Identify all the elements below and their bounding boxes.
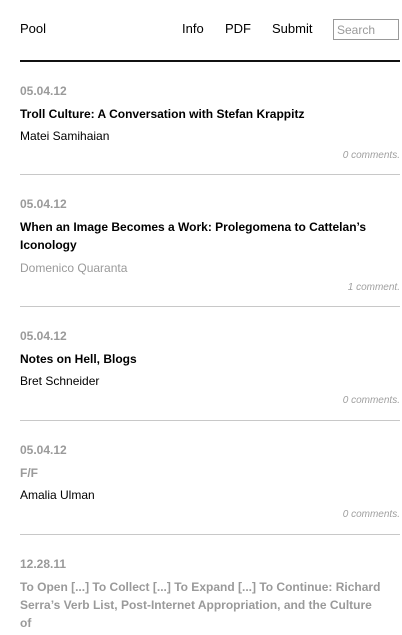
post-date: 05.04.12 (20, 329, 67, 343)
post-comments-link[interactable]: 1 comment. (348, 282, 400, 293)
post-comments-link[interactable]: 0 comments. (343, 150, 400, 161)
post-title-link[interactable]: Troll Culture: A Conversation with Stefa… (20, 105, 385, 123)
post-title-link[interactable]: To Open [...] To Collect [...] To Expand… (20, 578, 385, 632)
post-item: 05.04.12 Troll Culture: A Conversation w… (20, 62, 400, 175)
post-item: 05.04.12 Notes on Hell, Blogs Bret Schne… (20, 307, 400, 421)
post-comments-link[interactable]: 0 comments. (343, 395, 400, 406)
site-brand-link[interactable]: Pool (20, 21, 46, 36)
site-header: Pool Info PDF Submit (20, 0, 400, 62)
post-item: 12.28.11 To Open [...] To Collect [...] … (20, 535, 400, 635)
post-author-link[interactable]: Bret Schneider (20, 374, 99, 388)
nav-submit-link[interactable]: Submit (272, 21, 312, 36)
post-date: 05.04.12 (20, 443, 67, 457)
post-comments-link[interactable]: 0 comments. (343, 509, 400, 520)
post-title-link[interactable]: F/F (20, 464, 385, 482)
post-author-link[interactable]: Matei Samihaian (20, 129, 109, 143)
post-date: 12.28.11 (20, 557, 67, 571)
post-date: 05.04.12 (20, 197, 67, 211)
post-title-link[interactable]: Notes on Hell, Blogs (20, 350, 385, 368)
post-item: 05.04.12 F/F Amalia Ulman 0 comments. (20, 421, 400, 535)
post-list: 05.04.12 Troll Culture: A Conversation w… (20, 62, 400, 635)
post-title-link[interactable]: When an Image Becomes a Work: Prolegomen… (20, 218, 385, 254)
nav-info-link[interactable]: Info (182, 21, 204, 36)
post-author-link[interactable]: Amalia Ulman (20, 488, 95, 502)
post-date: 05.04.12 (20, 84, 67, 98)
nav-pdf-link[interactable]: PDF (225, 21, 251, 36)
post-item: 05.04.12 When an Image Becomes a Work: P… (20, 175, 400, 307)
post-author-link[interactable]: Domenico Quaranta (20, 261, 127, 275)
search-input[interactable] (333, 19, 399, 40)
